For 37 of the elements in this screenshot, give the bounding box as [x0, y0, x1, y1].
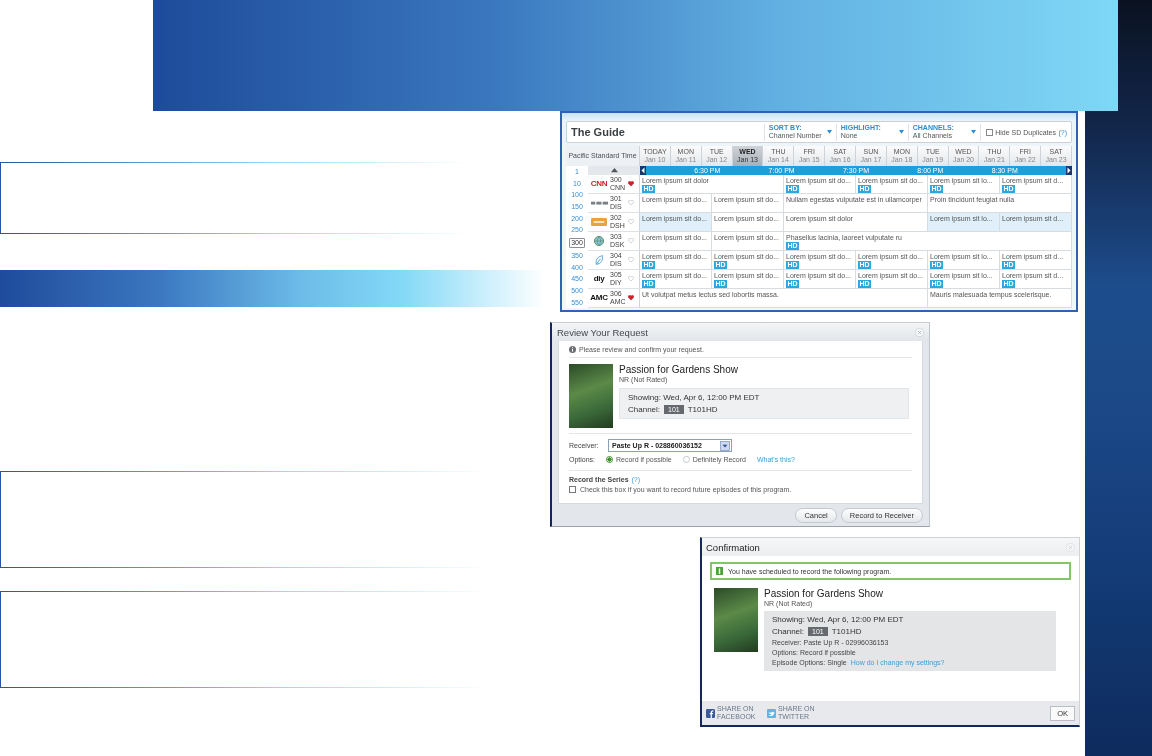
- dialog-title: Confirmation: [706, 541, 760, 553]
- close-icon[interactable]: [915, 327, 924, 337]
- caret-icon: [898, 130, 904, 134]
- caret-icon: [826, 130, 832, 134]
- showing-text: Showing: Wed, Apr 6, 12:00 PM EDT: [772, 615, 905, 625]
- showing-text: Showing: Wed, Apr 6, 12:00 PM EDT: [628, 393, 761, 403]
- program-title: Passion for Gardens Show: [764, 588, 883, 600]
- photo-placeholder: [569, 364, 613, 428]
- leaf-icon: [594, 255, 604, 265]
- dialog-title: Review Your Request: [557, 326, 648, 338]
- right-arrow-icon[interactable]: [1066, 166, 1072, 175]
- channel-name: T101HD: [831, 627, 862, 637]
- program-title: Passion for Gardens Show: [619, 364, 738, 376]
- heart-icon[interactable]: [628, 181, 634, 187]
- radio-button[interactable]: [606, 456, 613, 463]
- channel-name: T101HD: [687, 405, 718, 415]
- checkbox[interactable]: [569, 486, 576, 493]
- guide-title: The Guide: [571, 126, 626, 138]
- globe-icon: [594, 236, 604, 246]
- checkbox[interactable]: [985, 128, 993, 136]
- logo-icon: [590, 200, 608, 206]
- channel-label: Channel:: [772, 627, 805, 637]
- left-arrow-icon[interactable]: [640, 166, 646, 175]
- up-arrow-icon: [610, 168, 618, 173]
- dropdown-caret-icon: [720, 440, 730, 451]
- twitter-icon[interactable]: [767, 708, 776, 718]
- notice-icon: [716, 566, 723, 576]
- photo-placeholder: [714, 588, 758, 652]
- radio-button[interactable]: [682, 456, 690, 463]
- caret-icon: [970, 130, 976, 134]
- channel-logo: AMC: [590, 294, 608, 302]
- channel-logo: diy: [593, 275, 605, 283]
- info-icon: [569, 346, 576, 353]
- channel-logo: CNN: [590, 180, 608, 188]
- facebook-icon[interactable]: [706, 708, 715, 718]
- channel-label: Channel:: [628, 405, 661, 415]
- heart-icon[interactable]: [628, 295, 634, 301]
